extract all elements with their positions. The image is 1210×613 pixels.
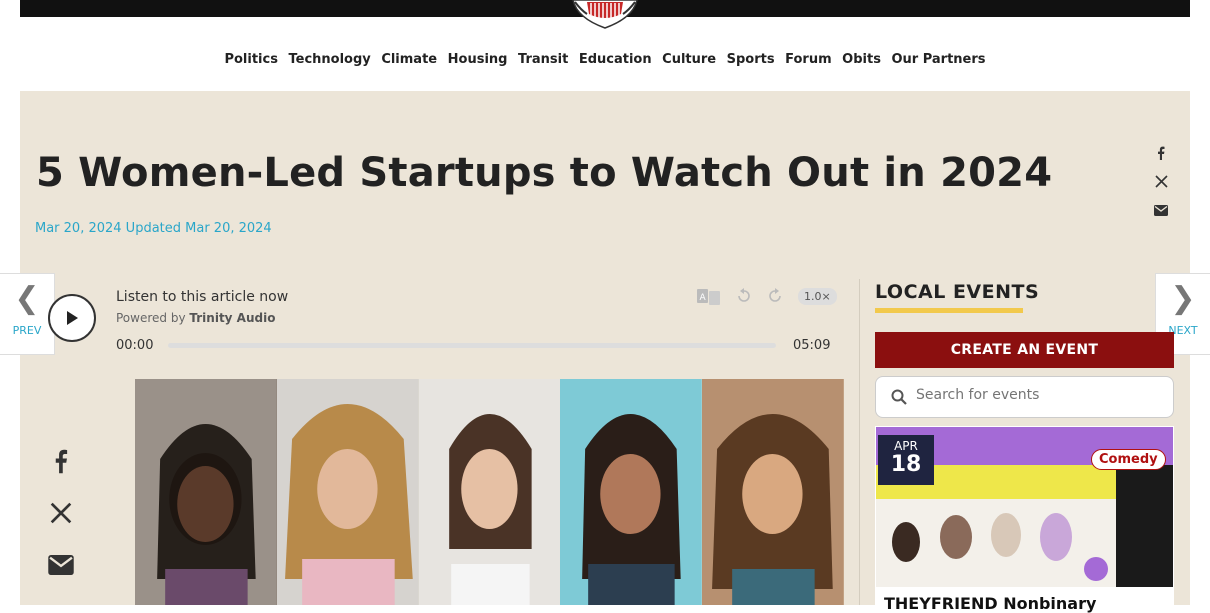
email-side-share-button[interactable] [45,539,77,591]
audio-player: Listen to this article now Powered by Tr… [48,285,838,355]
time-current: 00:00 [116,338,154,353]
search-icon [891,389,907,405]
event-card[interactable]: APR 18 Comedy THEYFRIEND Nonbinary [875,426,1174,613]
email-share-button[interactable] [1150,196,1172,225]
logo-seal-icon[interactable] [565,0,645,30]
listen-label: Listen to this article now [116,289,289,305]
prev-label: PREV [12,324,42,337]
x-side-share-button[interactable] [45,487,77,539]
email-icon [48,555,74,575]
facebook-share-button[interactable] [1150,138,1172,167]
nav-item-education[interactable]: Education [579,52,652,67]
x-icon [1154,175,1168,188]
x-share-button[interactable] [1150,167,1172,196]
article-hero-image [135,379,844,605]
facebook-icon [1158,146,1165,160]
event-month: APR [894,439,918,453]
portrait-5 [702,379,844,605]
nav-item-politics[interactable]: Politics [224,52,278,67]
facebook-side-share-button[interactable] [45,435,77,487]
nav-item-housing[interactable]: Housing [448,52,508,67]
facebook-icon [55,449,68,474]
nav-item-climate[interactable]: Climate [381,52,437,67]
event-date-badge: APR 18 [878,435,934,485]
chevron-left-icon: ❮ [14,281,40,316]
portrait-3 [418,379,561,605]
column-divider [859,279,860,605]
chevron-right-icon: ❯ [1170,281,1196,316]
nav-item-culture[interactable]: Culture [662,52,716,67]
speed-control[interactable]: 1.0× [798,288,837,305]
svg-text:A: A [700,293,707,303]
create-event-button[interactable]: CREATE AN EVENT [875,332,1174,368]
portrait-4 [560,379,703,605]
translate-icon[interactable]: A [697,288,721,306]
portrait-1 [135,379,277,605]
powered-brand[interactable]: Trinity Audio [189,311,275,325]
play-button[interactable] [48,294,96,342]
powered-prefix: Powered by [116,311,186,325]
events-heading-underline [875,308,1023,313]
event-search-input[interactable] [916,387,1156,403]
nav-item-our-partners[interactable]: Our Partners [891,52,985,67]
progress-bar[interactable] [168,343,776,348]
article-dates: Mar 20, 2024 Updated Mar 20, 2024 [35,221,272,236]
event-search[interactable] [875,376,1174,418]
rewind-10-icon[interactable] [736,288,752,304]
event-day: 18 [890,452,922,477]
events-heading: LOCAL EVENTS [875,281,1040,303]
x-icon [50,502,72,524]
email-icon [1154,205,1168,216]
event-title[interactable]: THEYFRIEND Nonbinary [884,594,1096,613]
nav-item-forum[interactable]: Forum [785,52,832,67]
prev-article-button[interactable]: ❮ PREV [0,273,55,355]
nav-item-obits[interactable]: Obits [842,52,881,67]
nav-item-transit[interactable]: Transit [518,52,568,67]
time-total: 05:09 [793,338,831,353]
main-nav: Politics Technology Climate Housing Tran… [0,52,1210,67]
event-category-tag[interactable]: Comedy [1091,449,1166,470]
nav-item-sports[interactable]: Sports [727,52,775,67]
forward-10-icon[interactable] [767,288,783,304]
side-share-bar [45,435,77,591]
portrait-2 [276,379,419,605]
nav-item-technology[interactable]: Technology [289,52,371,67]
event-poster-image: APR 18 Comedy [876,427,1173,587]
play-icon [67,311,78,325]
powered-by: Powered by Trinity Audio [116,311,275,325]
share-top [1150,138,1172,225]
article-title: 5 Women-Led Startups to Watch Out in 202… [36,150,1053,196]
